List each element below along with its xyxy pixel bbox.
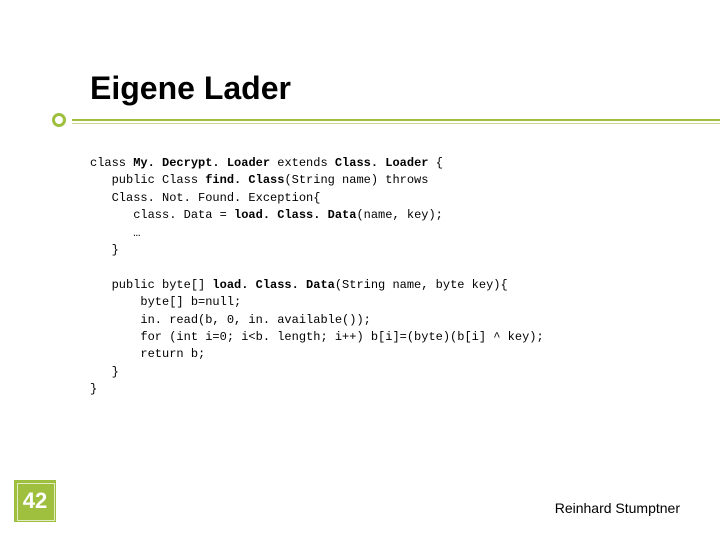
divider-line-thin [72, 123, 720, 124]
footer-author: Reinhard Stumptner [555, 500, 680, 516]
code-line: } [90, 365, 119, 379]
code-text: (String name, byte key){ [335, 278, 508, 292]
code-line: class. Data = load. Class. Data(name, ke… [90, 208, 443, 222]
code-line: byte[] b=null; [90, 295, 241, 309]
code-text: (name, key); [356, 208, 442, 222]
code-line: in. read(b, 0, in. available()); [90, 313, 371, 327]
code-text: { [436, 156, 443, 170]
page-number-text: 42 [23, 488, 47, 514]
code-line: class My. Decrypt. Loader extends Class.… [90, 156, 443, 170]
code-text: extends [277, 156, 335, 170]
code-bold: load. Class. Data [212, 278, 334, 292]
code-block: class My. Decrypt. Loader extends Class.… [90, 155, 680, 398]
slide-title: Eigene Lader [90, 70, 680, 107]
code-text: public byte[] [90, 278, 212, 292]
code-text: public Class [90, 173, 205, 187]
divider-line [72, 119, 720, 121]
code-text: (String name) throws [284, 173, 428, 187]
slide: Eigene Lader class My. Decrypt. Loader e… [0, 0, 720, 540]
code-line: … [90, 226, 140, 240]
page-number: 42 [14, 480, 56, 522]
bullet-icon [52, 113, 66, 127]
code-line: public Class find. Class(String name) th… [90, 173, 428, 187]
code-bold: load. Class. Data [234, 208, 356, 222]
title-rule [90, 117, 680, 137]
code-bold: Class. Loader [335, 156, 436, 170]
code-line: Class. Not. Found. Exception{ [90, 191, 320, 205]
code-text: class [90, 156, 133, 170]
code-line: public byte[] load. Class. Data(String n… [90, 278, 508, 292]
code-bold: My. Decrypt. Loader [133, 156, 277, 170]
code-line: } [90, 243, 119, 257]
code-line: for (int i=0; i<b. length; i++) b[i]=(by… [90, 330, 544, 344]
code-line: } [90, 382, 97, 396]
code-bold: find. Class [205, 173, 284, 187]
code-text: class. Data = [90, 208, 234, 222]
code-line: return b; [90, 347, 205, 361]
